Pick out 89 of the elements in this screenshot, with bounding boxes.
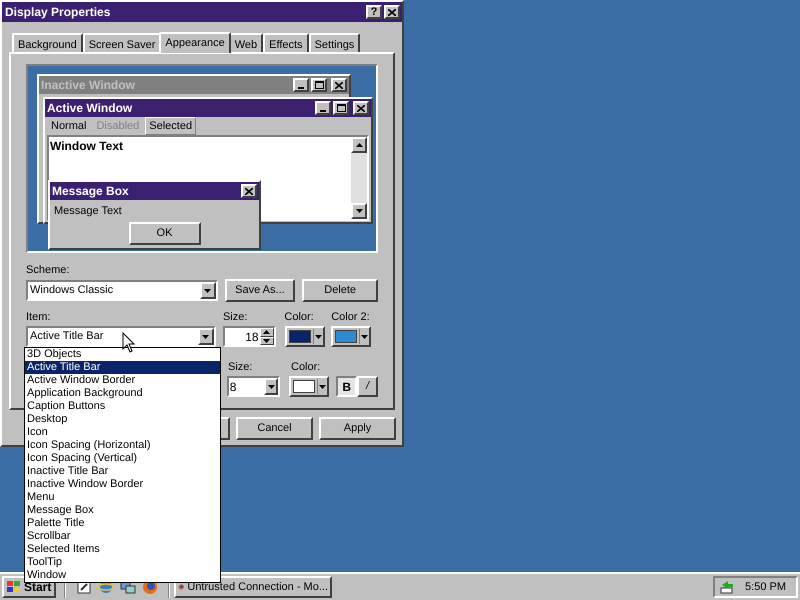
size-spinner[interactable]: 18 bbox=[222, 326, 276, 347]
network-status-icon bbox=[719, 579, 735, 595]
bold-button[interactable]: B bbox=[336, 376, 358, 397]
item-dropdown[interactable]: Active Title Bar bbox=[26, 326, 216, 347]
inactive-window-title: Inactive Window bbox=[41, 77, 135, 94]
windows-logo-icon bbox=[6, 580, 22, 594]
down-arrow-icon bbox=[268, 384, 275, 388]
color-picker-button[interactable] bbox=[284, 326, 325, 347]
list-option[interactable]: Caption Buttons bbox=[25, 400, 220, 413]
scheme-label: Scheme: bbox=[26, 264, 70, 276]
tab[interactable]: Settings bbox=[308, 33, 360, 52]
dropdown-button[interactable] bbox=[200, 282, 216, 299]
tab[interactable]: Background bbox=[12, 33, 83, 52]
down-arrow-icon bbox=[314, 334, 322, 338]
list-option[interactable]: Selected Items bbox=[25, 543, 220, 556]
color-picker-button[interactable] bbox=[331, 326, 372, 347]
clock: 5:50 PM bbox=[745, 580, 787, 595]
maximize-icon bbox=[336, 104, 346, 112]
down-arrow-icon bbox=[356, 209, 362, 213]
minimize-icon bbox=[298, 87, 304, 89]
font-color-label: Color: bbox=[291, 361, 320, 374]
list-option[interactable]: Active Title Bar bbox=[25, 361, 220, 374]
down-arrow-icon bbox=[361, 334, 368, 338]
close-button[interactable] bbox=[241, 184, 257, 198]
list-option[interactable]: ToolTip bbox=[25, 556, 220, 569]
list-option[interactable]: Application Background bbox=[25, 387, 220, 400]
list-option[interactable]: Icon Spacing (Horizontal) bbox=[25, 439, 220, 452]
dropdown-button[interactable] bbox=[264, 378, 278, 395]
list-option[interactable]: Icon Spacing (Vertical) bbox=[25, 452, 220, 465]
maximize-button[interactable] bbox=[311, 78, 327, 92]
maximize-button[interactable] bbox=[333, 101, 349, 115]
help-button[interactable]: ? bbox=[366, 5, 382, 19]
close-button[interactable] bbox=[384, 5, 400, 19]
window-title: Display Properties bbox=[5, 4, 110, 21]
list-option[interactable]: Menu bbox=[25, 491, 220, 504]
color-picker-button[interactable] bbox=[289, 376, 330, 397]
down-arrow-icon bbox=[204, 288, 212, 292]
up-arrow-icon bbox=[356, 143, 362, 147]
color-label: Color: bbox=[284, 311, 315, 324]
list-option[interactable]: Inactive Title Bar bbox=[25, 465, 220, 478]
italic-button[interactable]: / bbox=[357, 376, 378, 397]
color-label: Color 2: bbox=[331, 311, 371, 324]
menu-item[interactable]: Selected bbox=[145, 116, 196, 136]
window-text: Window Text bbox=[49, 139, 123, 153]
close-icon bbox=[357, 104, 365, 112]
item-label: Item: bbox=[26, 311, 52, 324]
active-window-title: Active Window bbox=[47, 100, 132, 117]
list-option[interactable]: Inactive Window Border bbox=[25, 478, 220, 491]
font-size-dropdown[interactable]: 8 bbox=[226, 376, 280, 397]
menu-item[interactable]: Normal bbox=[47, 116, 90, 136]
ok-button[interactable]: OK bbox=[128, 222, 200, 244]
close-button[interactable] bbox=[353, 101, 369, 115]
close-icon bbox=[388, 8, 396, 16]
taskbar-task-button[interactable]: Untrusted Connection - Mo... bbox=[174, 576, 332, 598]
dialog-button[interactable]: Apply bbox=[319, 417, 396, 440]
tab[interactable]: Effects bbox=[263, 33, 309, 52]
list-option[interactable]: Palette Title bbox=[25, 517, 220, 530]
maximize-icon bbox=[314, 81, 324, 89]
close-icon bbox=[245, 188, 253, 194]
down-arrow-icon bbox=[202, 334, 210, 338]
list-option[interactable]: Icon bbox=[25, 426, 220, 439]
message-box-title: Message Box bbox=[52, 183, 129, 200]
list-option[interactable]: Active Window Border bbox=[25, 374, 220, 387]
list-option[interactable]: Message Box bbox=[25, 504, 220, 517]
tab[interactable]: Appearance bbox=[159, 32, 231, 53]
tab[interactable]: Web bbox=[228, 33, 264, 52]
scheme-dropdown[interactable]: Windows Classic bbox=[26, 280, 218, 301]
close-button[interactable] bbox=[331, 78, 347, 92]
list-option[interactable]: Scrollbar bbox=[25, 530, 220, 543]
scroll-down-button[interactable] bbox=[351, 203, 367, 219]
down-arrow-icon bbox=[319, 384, 326, 388]
minimize-button[interactable] bbox=[293, 78, 309, 92]
down-arrow-icon bbox=[263, 338, 270, 343]
scroll-up-button[interactable] bbox=[351, 137, 367, 153]
font-size-label: Size: bbox=[228, 361, 254, 374]
close-icon bbox=[335, 82, 343, 88]
dialog-button[interactable]: Cancel bbox=[236, 417, 313, 440]
dropdown-button[interactable] bbox=[198, 328, 214, 345]
tab[interactable]: Screen Saver bbox=[82, 33, 162, 52]
minimize-button[interactable] bbox=[315, 101, 331, 115]
size-label: Size: bbox=[222, 311, 248, 324]
list-option[interactable]: Desktop bbox=[25, 413, 220, 426]
message-text: Message Text bbox=[54, 205, 122, 217]
spin-up-button[interactable] bbox=[260, 328, 274, 336]
scheme-button[interactable]: Save As... bbox=[224, 279, 296, 302]
scheme-button[interactable]: Delete bbox=[302, 279, 378, 302]
list-option[interactable]: 3D Objects bbox=[25, 348, 220, 361]
up-arrow-icon bbox=[263, 330, 270, 334]
minimize-icon bbox=[320, 110, 326, 112]
